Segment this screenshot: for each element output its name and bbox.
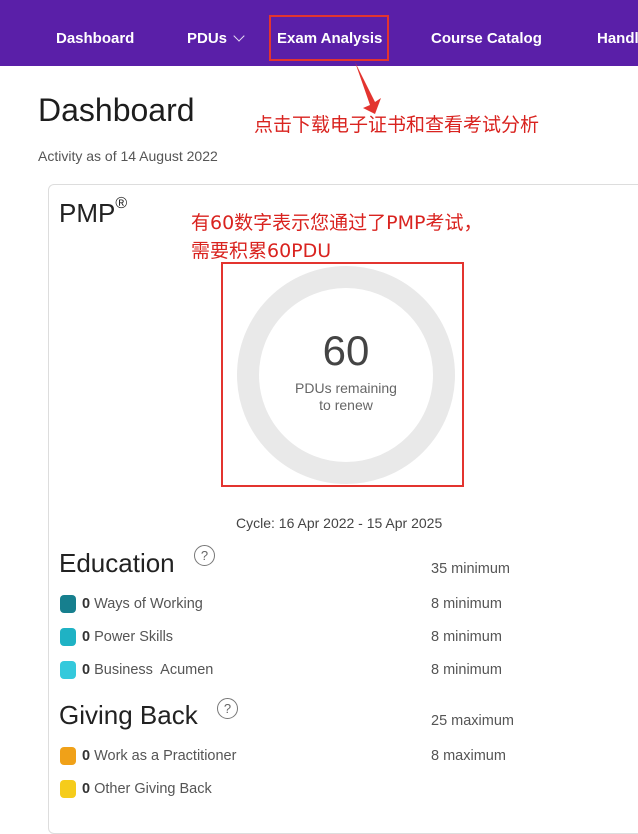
registered-mark: ® [115,195,128,213]
nav-annotation: 点击下载电子证书和查看考试分析 [254,114,540,136]
practitioner-label: Work as a Practitioner [94,748,237,764]
pdus-remaining-label: PDUs remaining [295,380,397,396]
ways-of-working-requirement: 8 minimum [431,596,502,612]
education-title: Education [59,548,175,578]
practitioner-swatch [60,747,76,765]
other-giving-back-label: Other Giving Back [94,781,212,797]
education-row-business-acumen: 0 Business Acumen [60,661,213,679]
pdu-annotation-line1: 有60数字表示您通过了PMP考试， [191,212,483,234]
giving-back-requirement: 25 maximum [431,713,514,729]
ways-of-working-count: 0 [82,596,91,612]
ways-of-working-swatch [60,595,76,613]
practitioner-requirement: 8 maximum [431,748,506,764]
education-row-ways-of-working: 0 Ways of Working [60,595,203,613]
chevron-down-icon [233,30,245,42]
nav-course-catalog[interactable]: Course Catalog [431,0,542,66]
practitioner-count: 0 [82,748,91,764]
nav-pdus-label: PDUs [187,30,228,47]
pdus-renew-label: to renew [319,397,373,413]
education-requirement: 35 minimum [431,561,510,577]
giving-back-title: Giving Back [59,700,198,730]
certification-name: PMP® [59,195,128,229]
power-skills-swatch [60,628,76,646]
nav-pdus[interactable]: PDUs [187,0,245,66]
business-acumen-count: 0 [82,662,91,678]
giving-back-row-other: 0 Other Giving Back [60,780,212,798]
business-acumen-requirement: 8 minimum [431,662,502,678]
ways-of-working-label: Ways of Working [94,596,203,612]
business-acumen-label: Business Acumen [94,662,214,678]
activity-date: Activity as of 14 August 2022 [38,148,218,164]
red-arrow-icon [355,62,381,114]
giving-back-row-practitioner: 0 Work as a Practitioner [60,747,236,765]
pdu-annotation-line2: 需要积累60PDU [191,240,332,262]
business-acumen-swatch [60,661,76,679]
other-giving-back-swatch [60,780,76,798]
nav-handbook[interactable]: Handl [597,0,638,66]
power-skills-requirement: 8 minimum [431,629,502,645]
page-title: Dashboard [38,92,195,128]
giving-back-help-icon[interactable]: ? [217,698,238,719]
nav-dashboard[interactable]: Dashboard [56,0,134,66]
power-skills-label: Power Skills [94,629,174,645]
pdus-remaining-value: 60 [322,327,370,374]
education-help-icon[interactable]: ? [194,545,215,566]
cycle-dates: Cycle: 16 Apr 2022 - 15 Apr 2025 [236,515,443,531]
exam-analysis-highlight [269,15,389,61]
education-row-power-skills: 0 Power Skills [60,628,173,646]
other-giving-back-count: 0 [82,781,91,797]
certification-name-text: PMP [59,198,116,228]
power-skills-count: 0 [82,629,91,645]
